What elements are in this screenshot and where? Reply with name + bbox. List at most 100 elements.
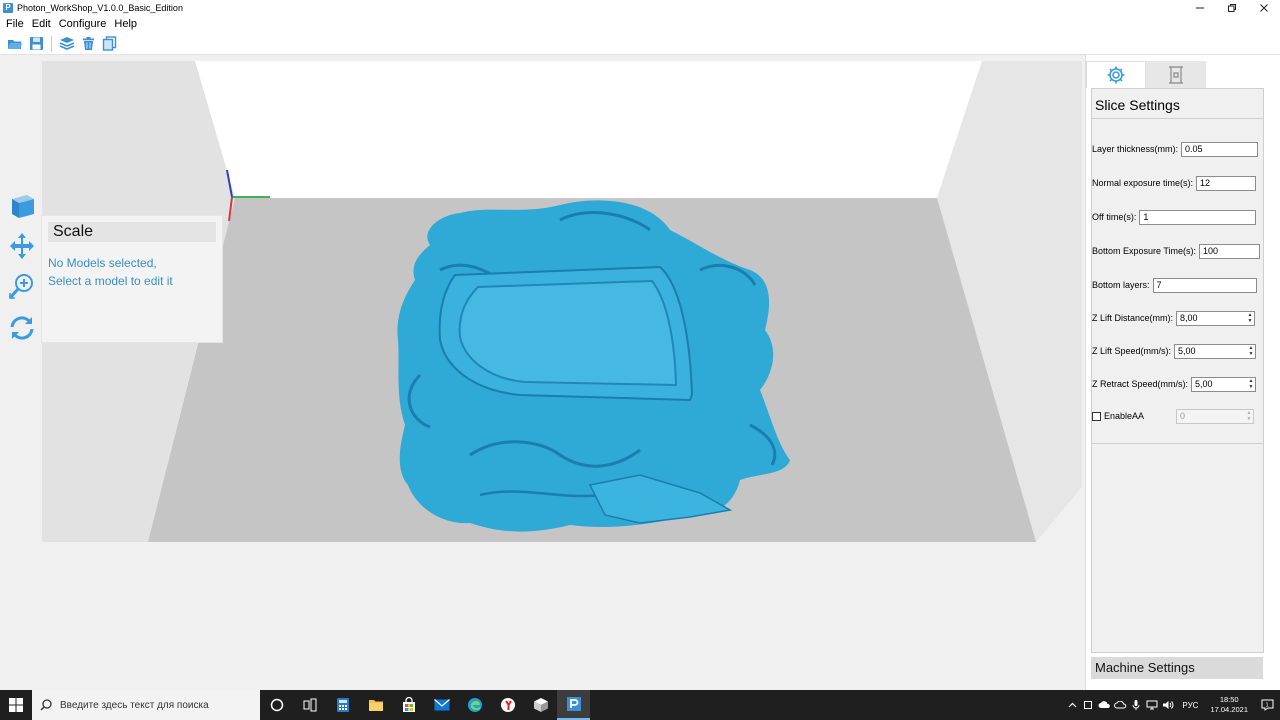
z-lift-distance-row: Z Lift Distance(mm): ▲▼: [1092, 310, 1256, 326]
start-button[interactable]: [0, 690, 32, 720]
tray-language[interactable]: РУС: [1176, 701, 1204, 710]
spin-down-icon[interactable]: ▼: [1247, 351, 1255, 357]
normal-exposure-input[interactable]: [1196, 175, 1257, 191]
windows-logo-icon: [9, 698, 23, 712]
spin-arrows[interactable]: ▲ ▼: [1247, 345, 1255, 358]
layer-thickness-row: Layer thickness(mm):: [1092, 141, 1259, 157]
bottom-layers-input[interactable]: [1152, 277, 1257, 293]
back-wall: [195, 61, 982, 198]
open-file-button[interactable]: [6, 35, 24, 53]
z-lift-speed-input[interactable]: [1174, 343, 1257, 359]
menu-configure[interactable]: Configure: [55, 18, 111, 30]
menu-edit[interactable]: Edit: [28, 18, 55, 30]
taskbar-search[interactable]: Введите здесь текст для поиска: [32, 690, 260, 720]
off-time-row: Off time(s):: [1092, 209, 1257, 225]
minimize-button[interactable]: [1184, 0, 1216, 15]
z-retract-speed-spinbox: ▲▼: [1191, 376, 1257, 392]
notification-center-button[interactable]: 1: [1254, 690, 1280, 720]
svg-text:1: 1: [1265, 703, 1268, 709]
taskbar-file-explorer[interactable]: [359, 690, 392, 720]
taskbar-yandex-browser[interactable]: [491, 690, 524, 720]
scale-tool-button[interactable]: [4, 267, 40, 307]
taskbar-store[interactable]: [392, 690, 425, 720]
spin-arrows: ▲ ▼: [1245, 410, 1253, 423]
view-cube-button[interactable]: [4, 185, 40, 225]
menu-help[interactable]: Help: [110, 18, 141, 30]
tray-network-icon[interactable]: [1144, 690, 1160, 720]
taskbar-photon-workshop[interactable]: [557, 690, 590, 720]
tab-slice-settings[interactable]: [1086, 61, 1146, 88]
3d-viewport[interactable]: Scale No Models selected, Select a model…: [0, 55, 1085, 690]
z-lift-speed-row: Z Lift Speed(mm/s): ▲▼: [1092, 343, 1257, 359]
spin-down-icon[interactable]: ▼: [1246, 318, 1254, 324]
bottom-exposure-row: Bottom Exposure Time(s):: [1092, 243, 1261, 259]
tray-microphone-icon[interactable]: [1128, 690, 1144, 720]
off-time-label: Off time(s):: [1092, 212, 1137, 222]
window-title: Photon_WorkShop_V1.0.0_Basic_Edition: [17, 2, 183, 13]
calculator-icon: [336, 698, 349, 712]
tray-date: 17.04.2021: [1210, 705, 1248, 714]
cortana-button[interactable]: [260, 690, 293, 720]
enable-aa-checkbox[interactable]: [1092, 411, 1101, 421]
slice-button[interactable]: [58, 35, 76, 53]
scale-panel-message: No Models selected, Select a model to ed…: [48, 254, 222, 290]
tray-chevron-up-icon[interactable]: [1064, 690, 1080, 720]
taskbar-mail[interactable]: [425, 690, 458, 720]
restore-icon: [1228, 3, 1236, 12]
app-icon: P: [3, 2, 13, 13]
layer-thickness-label: Layer thickness(mm):: [1092, 144, 1179, 154]
save-button[interactable]: [27, 35, 45, 53]
z-lift-distance-input[interactable]: [1176, 310, 1256, 326]
rotate-icon: [10, 316, 34, 340]
settings-divider: [1092, 443, 1263, 444]
off-time-input[interactable]: [1139, 209, 1257, 225]
tab-machine-view[interactable]: [1146, 61, 1206, 88]
bottom-layers-label: Bottom layers:: [1092, 280, 1150, 290]
restore-button[interactable]: [1216, 0, 1248, 15]
tray-onedrive-icon[interactable]: [1096, 690, 1112, 720]
printer-icon: [1169, 65, 1183, 84]
layers-icon: [59, 37, 75, 50]
task-view-button[interactable]: [293, 690, 326, 720]
z-retract-speed-row: Z Retract Speed(mm/s): ▲▼: [1092, 376, 1257, 392]
copy-button[interactable]: [100, 35, 118, 53]
folder-open-icon: [8, 39, 22, 49]
z-lift-speed-label: Z Lift Speed(mm/s):: [1092, 346, 1172, 356]
taskbar-calculator[interactable]: [326, 690, 359, 720]
gear-icon: [1107, 66, 1125, 84]
normal-exposure-row: Normal exposure time(s):: [1092, 175, 1257, 191]
tray-app-icon[interactable]: [1080, 690, 1096, 720]
spin-arrows[interactable]: ▲ ▼: [1246, 312, 1254, 325]
layer-thickness-input[interactable]: [1181, 141, 1259, 157]
bottom-layers-row: Bottom layers:: [1092, 277, 1257, 293]
menu-file[interactable]: File: [2, 18, 28, 30]
taskbar-3d-app[interactable]: [524, 690, 557, 720]
system-tray: РУС 18:50 17.04.2021 1: [1064, 690, 1280, 720]
close-icon: [1260, 3, 1268, 12]
machine-settings-button[interactable]: Machine Settings: [1091, 657, 1263, 679]
right-settings-panel: Slice Settings Layer thickness(mm): Norm…: [1085, 55, 1280, 690]
taskbar-edge[interactable]: [458, 690, 491, 720]
tray-volume-icon[interactable]: [1160, 690, 1176, 720]
trash-icon: [82, 37, 94, 50]
save-icon: [29, 37, 43, 50]
toolbar: [0, 33, 1280, 55]
close-button[interactable]: [1248, 0, 1280, 15]
bottom-exposure-input[interactable]: [1199, 243, 1261, 259]
photon-workshop-icon: [566, 697, 581, 711]
move-tool-button[interactable]: [4, 226, 40, 266]
folder-icon: [368, 700, 383, 711]
tray-cloud-icon[interactable]: [1112, 690, 1128, 720]
scale-panel: Scale No Models selected, Select a model…: [41, 215, 223, 343]
spin-arrows[interactable]: ▲ ▼: [1247, 378, 1255, 391]
search-icon: [40, 699, 52, 711]
delete-button[interactable]: [79, 35, 97, 53]
z-lift-distance-spinbox: ▲▼: [1176, 310, 1256, 326]
move-arrows-icon: [10, 233, 34, 259]
3d-builder-icon: [533, 698, 548, 712]
scale-message-line1: No Models selected,: [48, 256, 157, 270]
tray-clock[interactable]: 18:50 17.04.2021: [1204, 695, 1254, 715]
taskbar-search-placeholder: Введите здесь текст для поиска: [60, 699, 209, 711]
spin-down-icon[interactable]: ▼: [1247, 384, 1255, 390]
rotate-tool-button[interactable]: [4, 308, 40, 348]
